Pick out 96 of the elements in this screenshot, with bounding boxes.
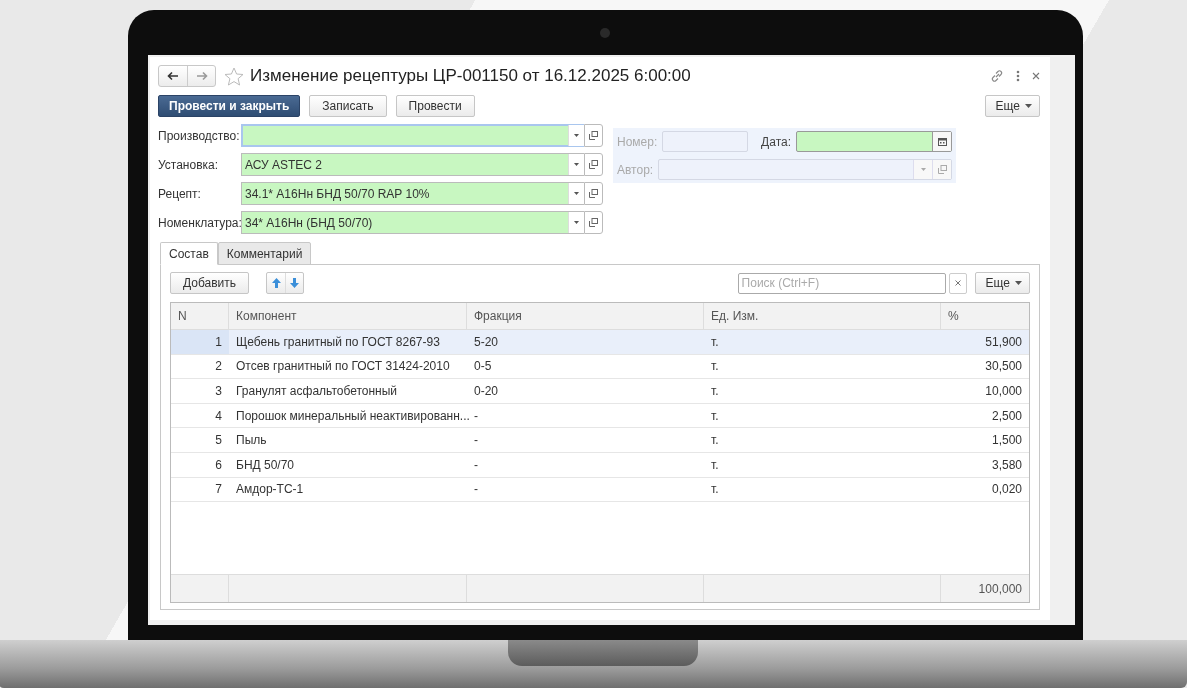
toolbar-button[interactable]: Провести и закрыть: [158, 95, 301, 117]
open-button[interactable]: [584, 182, 603, 205]
more-button[interactable]: Еще: [984, 95, 1040, 117]
table-cell-text: Порошок минеральный неактивированн...: [235, 407, 467, 425]
table-cell-text: 3,580: [990, 456, 1023, 474]
table-cell-text: т.: [710, 407, 720, 425]
close-icon: [954, 280, 961, 286]
table-row[interactable]: 7 Амдор-ТС-1 - т. 0,020: [171, 477, 1029, 503]
caret-icon: [1015, 281, 1022, 285]
table-cell-text: 6: [214, 456, 223, 474]
search-field[interactable]: Поиск (Ctrl+F): [737, 272, 946, 294]
caret-icon: [1025, 104, 1032, 108]
field-label: Рецепт:: [158, 186, 202, 201]
field-label: Автор:: [617, 162, 654, 177]
table-cell-text: т.: [710, 481, 720, 499]
tab[interactable]: Состав: [160, 242, 218, 265]
open-icon: [589, 218, 598, 227]
table-row[interactable]: 5 Пыль - т. 1,500: [171, 428, 1029, 453]
table-cell-text: -: [473, 407, 479, 425]
table-row[interactable]: 6 БНД 50/70 - т. 3,580: [171, 452, 1029, 478]
table-cell-text: Щебень гранитный по ГОСТ 8267-93: [235, 333, 441, 351]
table-row[interactable]: 2 Отсев гранитный по ГОСТ 31424-2010 0-5 т. 30,500: [171, 354, 1029, 380]
toolbar-button[interactable]: Записать: [309, 95, 387, 117]
table-cell-text: Отсев гранитный по ГОСТ 31424-2010: [235, 358, 451, 376]
table-cell: 1: [171, 330, 229, 354]
table-cell-text: 30,500: [984, 358, 1023, 376]
calendar-icon: [937, 137, 947, 146]
input-field[interactable]: АСУ ASTEC 2: [241, 153, 584, 176]
caret-icon[interactable]: [574, 134, 579, 137]
table-cell-text: 0,020: [990, 481, 1023, 499]
table-cell-text: т.: [710, 456, 720, 474]
open-icon: [589, 160, 598, 169]
caret-icon[interactable]: [574, 163, 579, 166]
table-cell-text: 2: [214, 358, 223, 376]
column-header[interactable]: Фракция: [467, 303, 704, 329]
arrow-right-icon: [195, 71, 208, 81]
input-field[interactable]: 34* А16Нн (БНД 50/70): [241, 211, 584, 234]
table-cell-text: 5: [214, 432, 223, 450]
table-cell-text: 3: [214, 383, 223, 400]
arrow-down-icon: [290, 278, 300, 288]
open-button[interactable]: [584, 153, 603, 176]
arrow-up-icon: [271, 278, 281, 288]
table-cell-text: -: [473, 456, 479, 474]
field-label: Номер:: [617, 134, 658, 149]
table-cell-text: 2,500: [990, 407, 1023, 425]
column-header[interactable]: Ед. Изм.: [704, 303, 941, 329]
field-label: Номенклатура:: [158, 215, 241, 230]
date-field[interactable]: [796, 131, 952, 152]
arrow-left-icon: [167, 71, 179, 81]
tab[interactable]: Комментарий: [217, 242, 312, 265]
caret-icon[interactable]: [574, 192, 579, 195]
table-cell-text: т.: [710, 383, 720, 400]
table-cell-text: -: [473, 481, 479, 499]
table-cell-text: т.: [710, 432, 720, 450]
table-row[interactable]: 3 Гранулят асфальтобетонный 0-20 т. 10,000: [171, 379, 1029, 404]
menu-icon[interactable]: [1016, 70, 1020, 82]
table-cell-text: 0-20: [473, 383, 500, 400]
total-cell-text: 100,000: [977, 580, 1023, 598]
table-row[interactable]: 1 Щебень гранитный по ГОСТ 8267-93 5-20 т. 51,900: [171, 330, 1029, 355]
table-cell-text: т.: [710, 333, 720, 351]
open-icon: [589, 189, 598, 198]
star-icon[interactable]: [224, 66, 244, 86]
table-cell-text: 10,000: [984, 383, 1023, 400]
table-cell-text: 5-20: [473, 333, 500, 351]
table-cell-text: 51,900: [984, 333, 1023, 351]
toolbar-button[interactable]: Провести: [395, 95, 475, 117]
table-cell-text: 7: [214, 481, 223, 499]
table-cell-text: -: [473, 432, 479, 450]
input-field[interactable]: 34.1* А16Нн БНД 50/70 RAP 10%: [241, 182, 584, 205]
calendar-button[interactable]: [932, 132, 951, 151]
table-cell-text: БНД 50/70: [235, 456, 296, 474]
open-icon: [589, 131, 598, 140]
table-cell-text: Амдор-ТС-1: [235, 481, 305, 499]
table-cell-text: т.: [710, 358, 720, 376]
more-button[interactable]: Еще: [974, 272, 1030, 294]
table-cell-text: 0-5: [473, 358, 493, 376]
field-label: Дата:: [761, 134, 791, 149]
table-cell-text: 4: [214, 407, 223, 425]
field-label: Установка:: [158, 157, 220, 172]
window-title: Изменение рецептуры ЦР-001150 от 16.12.2025 6:00:00: [250, 66, 691, 86]
open-button[interactable]: [584, 211, 603, 234]
table-cell-text: 1,500: [990, 432, 1023, 450]
caret-icon[interactable]: [574, 221, 579, 224]
close-icon[interactable]: [1032, 72, 1040, 80]
link-icon[interactable]: [990, 69, 1004, 83]
camera-icon: [600, 28, 610, 38]
column-header[interactable]: %: [941, 303, 1029, 329]
column-header[interactable]: N: [171, 303, 229, 329]
table-cell-text: Гранулят асфальтобетонный: [235, 383, 399, 400]
input-field[interactable]: [241, 124, 584, 147]
table-row[interactable]: 4 Порошок минеральный неактивированн... - т. 2,500: [171, 403, 1029, 429]
column-header[interactable]: Компонент: [229, 303, 467, 329]
field-label: Производство:: [158, 128, 241, 143]
add-button[interactable]: Добавить: [170, 272, 250, 294]
open-button[interactable]: [584, 124, 603, 147]
table-cell-text: Пыль: [235, 432, 268, 450]
